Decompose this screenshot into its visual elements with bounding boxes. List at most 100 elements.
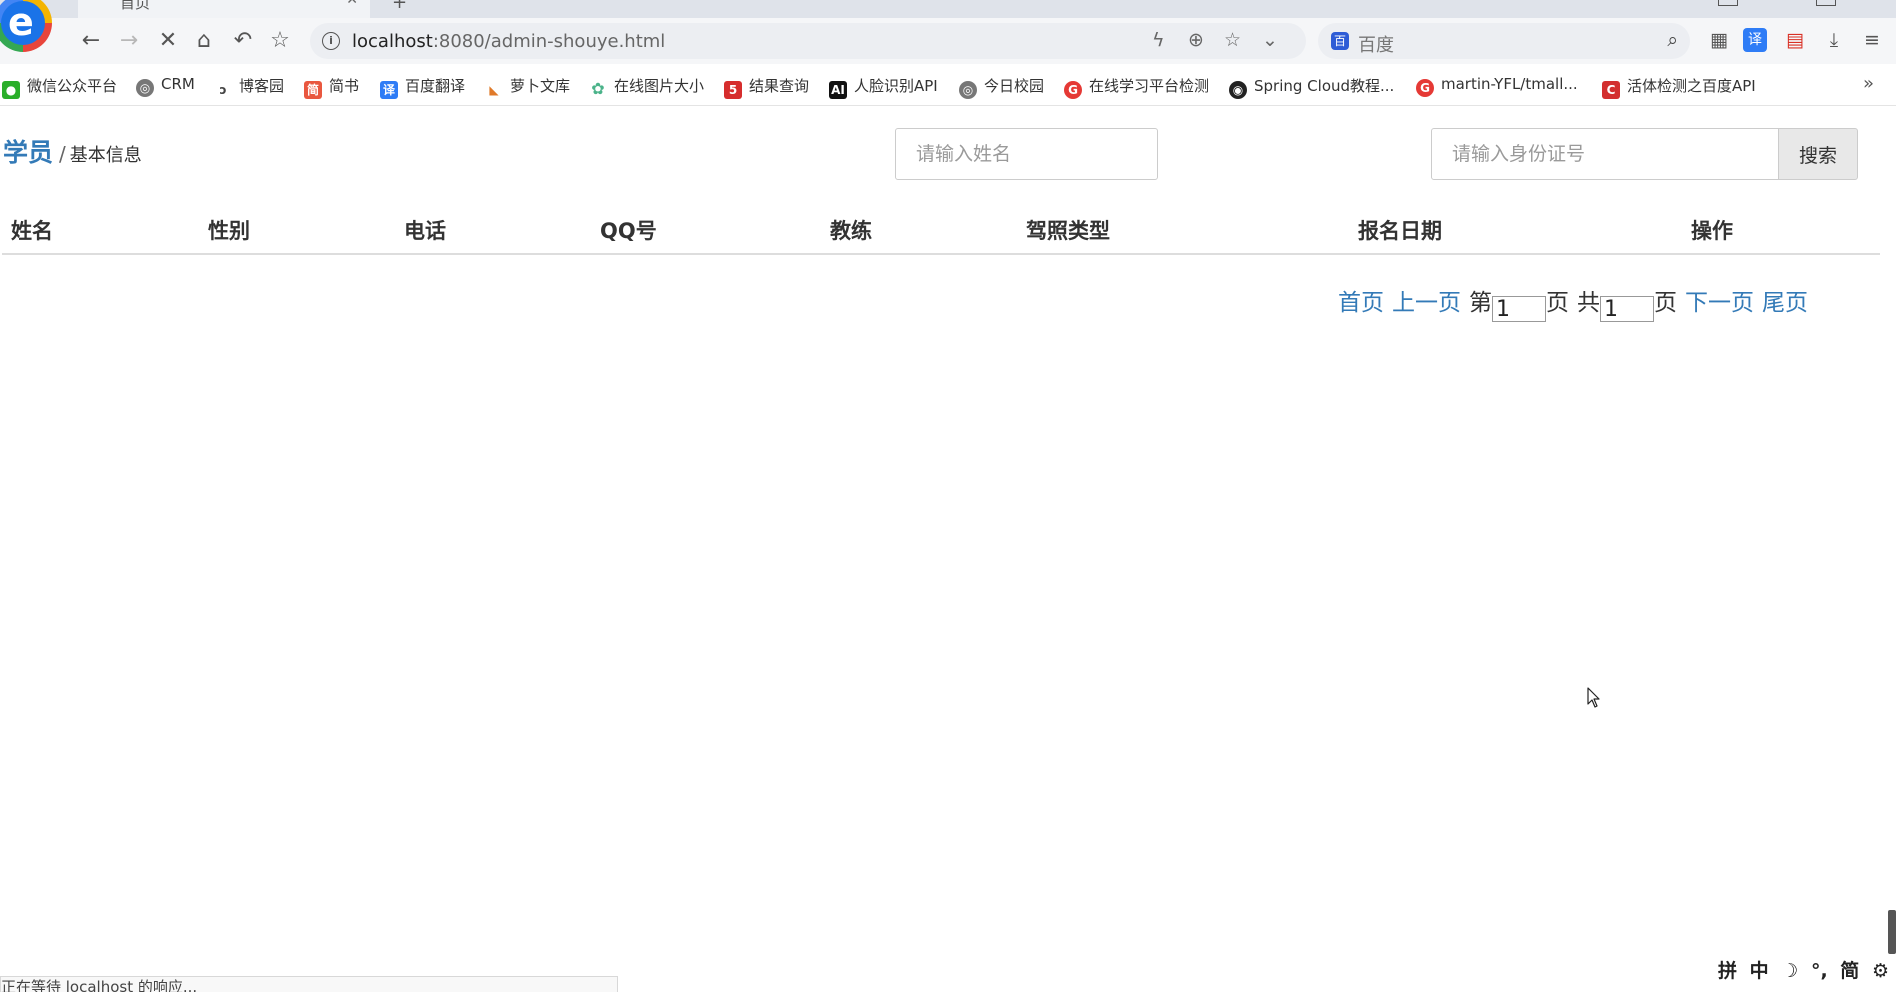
restore-window-icon[interactable] (1718, 0, 1738, 6)
lightning-icon[interactable]: ϟ (1152, 29, 1165, 51)
bookmark-label: 萝卜文库 (510, 77, 571, 95)
bookmark-label: CRM (161, 75, 195, 93)
bookmark-star-icon[interactable]: ☆ (1224, 29, 1241, 51)
bookmark-label: 在线图片大小 (614, 77, 705, 95)
favorite-star-icon[interactable]: ☆ (267, 28, 293, 54)
address-bar[interactable]: i localhost:8080/admin-shouye.html ϟ ⊕ ☆… (310, 23, 1306, 59)
ime-simplified-mode[interactable]: 简 (1840, 960, 1859, 982)
bookmarks-bar: ● 微信公众平台 ◎ CRM ↄ 博客园 简简书 译百度翻译 ◣ 萝卜文库 ✿ 在线图片大… (0, 64, 1896, 106)
total-pages-field: 1 (1600, 296, 1654, 322)
tab-close-icon[interactable]: ✕ (346, 0, 358, 8)
bookmark-item[interactable]: ◎ 今日校园 (959, 75, 1045, 99)
pagination: 首页 上一页第 1 页共 1 页下一页 尾页 (1338, 283, 1808, 322)
bookmark-item[interactable]: C 活体检测之百度API (1602, 75, 1756, 99)
undo-close-icon[interactable]: ↶ (230, 28, 256, 54)
bookmark-item[interactable]: ◉ Spring Cloud教程... (1229, 75, 1394, 99)
g-logo-icon: G (1064, 81, 1082, 99)
result-query-icon: 5 (724, 81, 742, 99)
total-prefix: 共 (1577, 290, 1600, 316)
students-table-header: 姓名 性别 电话 QQ号 教练 驾照类型 报名日期 操作 (2, 211, 1880, 255)
translate-icon[interactable]: 译 (1743, 28, 1767, 52)
bookmark-item[interactable]: AI 人脸识别API (829, 75, 938, 99)
github-icon: ◉ (1229, 81, 1247, 99)
site-info-icon[interactable]: i (322, 32, 340, 50)
back-icon[interactable]: ← (78, 28, 104, 54)
total-suffix: 页 (1654, 290, 1677, 316)
bookmark-label: 在线学习平台检测 (1089, 77, 1210, 95)
bookmark-item[interactable]: ◣ 萝卜文库 (485, 75, 571, 99)
ime-halfwidth-icon[interactable]: ☽ (1781, 960, 1798, 982)
current-page-input[interactable]: 1 (1492, 296, 1546, 322)
navigation-bar: ← → ✕ ⌂ ↶ ☆ i localhost:8080/admin-shouy… (0, 18, 1896, 64)
jianshu-icon: 简 (304, 81, 322, 99)
search-icon[interactable]: ⌕ (1667, 29, 1678, 51)
search-button[interactable]: 搜索 (1778, 128, 1858, 180)
bookmark-item[interactable]: ↄ 博客园 (214, 75, 284, 99)
prev-page-link[interactable]: 上一页 (1392, 290, 1461, 316)
bookmark-item[interactable]: ● 微信公众平台 (2, 75, 118, 99)
bookmark-item[interactable]: Gmartin-YFL/tmall... (1416, 75, 1578, 97)
forward-icon[interactable]: → (116, 28, 142, 54)
ime-settings-icon[interactable]: ⚙ (1872, 960, 1889, 982)
id-number-search-input[interactable] (1431, 128, 1779, 180)
g-logo-icon: G (1416, 79, 1434, 97)
maximize-window-icon[interactable] (1816, 0, 1836, 6)
ime-toolbar: 拼 中 ☽ °, 简 ⚙ (1718, 956, 1895, 982)
browser-search-box[interactable]: 百 百度 ⌕ (1318, 23, 1690, 59)
baidu-paw-icon: 百 (1331, 32, 1349, 50)
mouse-cursor-icon (1587, 687, 1600, 708)
name-search-input[interactable] (895, 128, 1158, 180)
stop-loading-icon[interactable]: ✕ (155, 28, 181, 54)
column-header-actions: 操作 (1691, 219, 1733, 243)
bookmark-label: 简书 (329, 77, 360, 95)
first-page-link[interactable]: 首页 (1338, 290, 1384, 316)
bookmark-item[interactable]: 5 结果查询 (724, 75, 809, 99)
bookmarks-more-icon[interactable]: » (1863, 73, 1874, 94)
zoom-icon[interactable]: ⊕ (1188, 29, 1204, 51)
breadcrumb-link-students[interactable]: 学员 (3, 138, 53, 167)
tab-title: 首页 (120, 0, 151, 12)
url-text[interactable]: localhost:8080/admin-shouye.html (352, 31, 665, 52)
column-header-gender: 性别 (208, 219, 250, 243)
new-tab-icon[interactable]: + (392, 0, 407, 13)
globe-icon: ◎ (959, 81, 977, 99)
bookmark-item[interactable]: G 在线学习平台检测 (1064, 75, 1210, 99)
bookmark-label: 今日校园 (984, 77, 1045, 95)
edge-handle[interactable] (1888, 910, 1896, 954)
status-text: 正在等待 localhost 的响应... (1, 978, 198, 992)
bookmark-item[interactable]: 简简书 (304, 75, 360, 99)
carrot-icon: ◣ (485, 81, 503, 99)
gear-icon: ✿ (589, 80, 607, 98)
bookmark-item[interactable]: ◎ CRM (136, 75, 195, 97)
tab-current[interactable]: 首页 ✕ (78, 0, 370, 18)
ime-pinyin-icon[interactable]: 拼 (1718, 960, 1737, 982)
bookmark-label: 活体检测之百度API (1627, 77, 1756, 95)
menu-icon[interactable]: ≡ (1860, 28, 1884, 52)
status-bar: 正在等待 localhost 的响应... (0, 976, 618, 992)
bookmark-item[interactable]: ✿ 在线图片大小 (589, 75, 705, 98)
breadcrumb-separator: / (59, 142, 66, 166)
next-page-link[interactable]: 下一页 (1685, 290, 1754, 316)
breadcrumb-current: 基本信息 (69, 145, 142, 166)
column-header-name: 姓名 (11, 219, 53, 243)
bookmark-label: 人脸识别API (854, 77, 938, 95)
column-header-coach: 教练 (830, 219, 872, 243)
bookmark-label: 微信公众平台 (27, 77, 118, 95)
pdf-icon[interactable]: ▤ (1783, 28, 1807, 52)
chevron-down-icon[interactable]: ⌄ (1262, 29, 1278, 51)
bookmark-label: martin-YFL/tmall... (1441, 75, 1578, 93)
bookmark-label: 百度翻译 (405, 77, 466, 95)
c-logo-icon: C (1602, 81, 1620, 99)
last-page-link[interactable]: 尾页 (1762, 290, 1808, 316)
bookmark-item[interactable]: 译百度翻译 (380, 75, 466, 99)
page-suffix: 页 (1546, 290, 1569, 316)
ime-punctuation-icon[interactable]: °, (1811, 960, 1828, 982)
home-icon[interactable]: ⌂ (191, 28, 217, 54)
apps-grid-icon[interactable]: ▦ (1707, 28, 1731, 52)
column-header-qq: QQ号 (600, 219, 657, 243)
download-icon[interactable]: ⤓ (1822, 28, 1846, 52)
globe-icon: ◎ (136, 79, 154, 97)
column-header-license-type: 驾照类型 (1026, 219, 1110, 243)
column-header-signup-date: 报名日期 (1358, 219, 1442, 243)
ime-chinese-mode[interactable]: 中 (1750, 960, 1769, 982)
